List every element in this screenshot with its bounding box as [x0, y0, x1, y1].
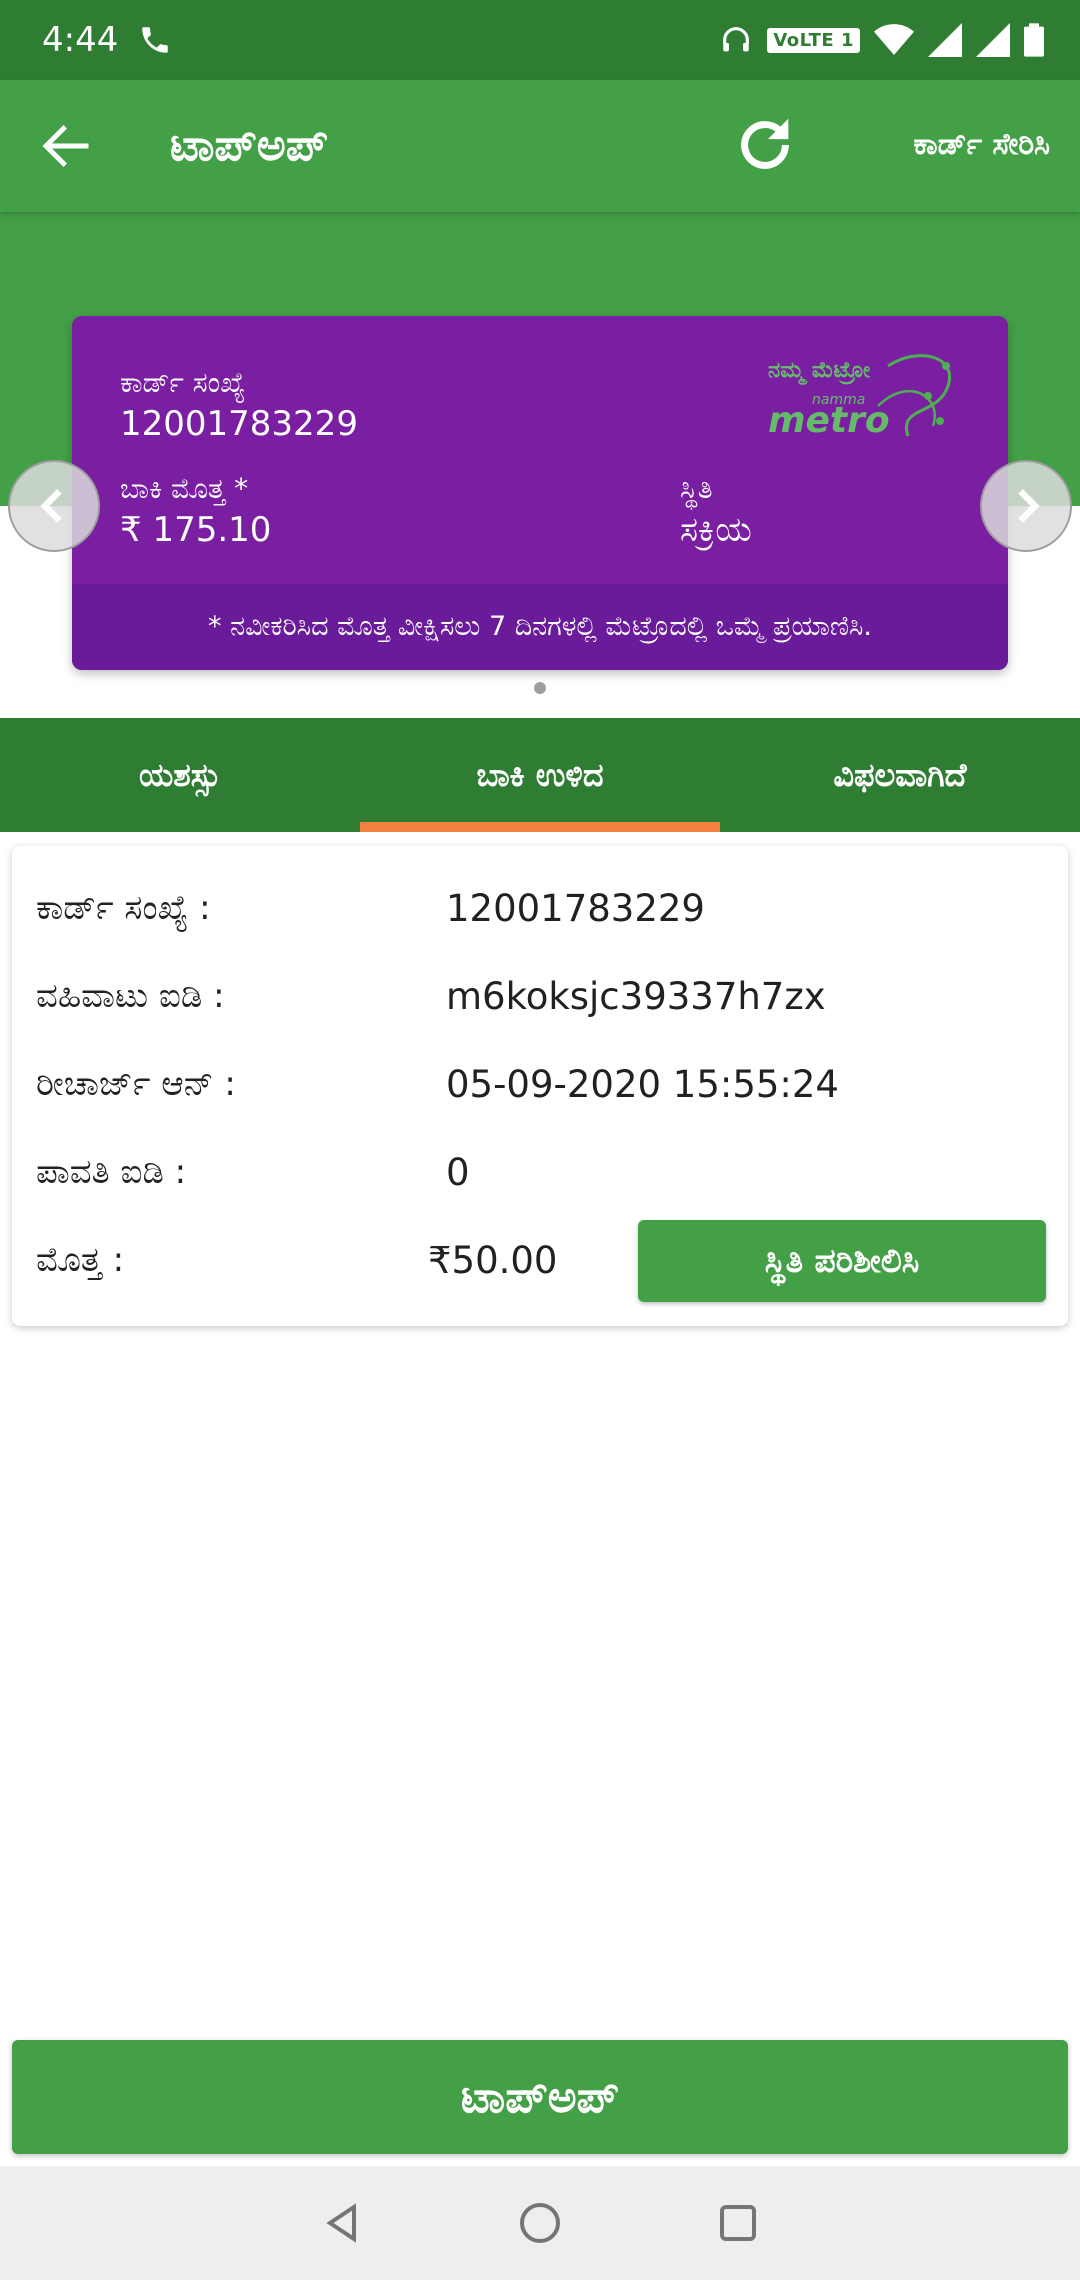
battery-icon	[1024, 23, 1044, 57]
signal-icon-2	[976, 23, 1010, 57]
card-status-label: ಸ್ಥಿತಿ	[680, 472, 713, 505]
card-number: 12001783229	[120, 404, 358, 444]
recharge-on-key: ರೀಚಾರ್ಜ್ ಆನ್ :	[36, 1064, 236, 1104]
card-status: ಸಕ್ರಿಯ	[680, 510, 752, 550]
carousel-next-button[interactable]	[980, 460, 1072, 552]
detail-row-amount: ಮೊತ್ತ : ₹50.00	[36, 1230, 557, 1290]
page-title: ಟಾಪ್‌ಅಪ್	[170, 120, 329, 171]
refresh-icon[interactable]	[730, 110, 800, 180]
detail-row-recharge-on: ರೀಚಾರ್ಜ್ ಆನ್ : 05-09-2020 15:55:24	[36, 1054, 839, 1114]
amount-key: ಮೊತ್ತ :	[36, 1240, 125, 1280]
headphones-icon	[723, 27, 750, 52]
card-number-value: 12001783229	[446, 886, 705, 930]
tab-pending[interactable]: ಬಾಕಿ ಉಳಿದ	[360, 718, 720, 832]
signal-icon	[928, 23, 962, 57]
carousel-indicator-dot	[534, 682, 546, 694]
txn-id-value: m6koksjc39337h7zx	[446, 974, 826, 1018]
phone-icon	[142, 27, 169, 53]
carousel-prev-button[interactable]	[8, 460, 100, 552]
nav-recents-icon[interactable]	[714, 2199, 762, 2247]
check-status-button[interactable]: ಸ್ಥಿತಿ ಪರಿಶೀಲಿಸಿ	[638, 1220, 1046, 1302]
card-number-key: ಕಾರ್ಡ್ ಸಂಖ್ಯೆ :	[36, 888, 211, 928]
wifi-icon	[874, 24, 914, 55]
amount-value: ₹50.00	[428, 1238, 558, 1282]
system-nav-bar	[0, 2166, 1080, 2280]
receipt-id-value: 0	[446, 1150, 470, 1194]
card-balance: ₹ 175.10	[120, 510, 272, 550]
back-arrow-icon[interactable]	[36, 116, 96, 176]
transaction-details-card: ಕಾರ್ಡ್ ಸಂಖ್ಯೆ : 12001783229 ವಹಿವಾಟು ಐಡಿ …	[12, 846, 1068, 1326]
detail-row-receipt-id: ಪಾವತಿ ಐಡಿ : 0	[36, 1142, 470, 1202]
card-number-label: ಕಾರ್ಡ್ ಸಂಖ್ಯೆ	[120, 366, 246, 399]
txn-id-key: ವಹಿವಾಟು ಐಡಿ :	[36, 976, 225, 1016]
chevron-left-icon	[40, 489, 62, 523]
receipt-id-key: ಪಾವತಿ ಐಡಿ :	[36, 1152, 187, 1192]
logo-kn-text: ನಮ್ಮ ಮೆಟ್ರೋ	[768, 358, 871, 383]
namma-metro-logo: ನಮ್ಮ ಮೆಟ್ರೋ namma metro	[768, 336, 968, 456]
status-bar: 4:44 VoLTE 1	[0, 0, 1080, 80]
tab-failed[interactable]: ವಿಫಲವಾಗಿದೆ	[720, 718, 1080, 832]
tab-success[interactable]: ಯಶಸ್ಸು	[0, 718, 360, 832]
detail-row-txn-id: ವಹಿವಾಟು ಐಡಿ : m6koksjc39337h7zx	[36, 966, 826, 1026]
topup-button[interactable]: ಟಾಪ್‌ಅಪ್	[12, 2040, 1068, 2154]
card-footer-note: * ನವೀಕರಿಸಿದ ಮೊತ್ತ ವೀಕ್ಷಿಸಲು 7 ದಿನಗಳಲ್ಲಿ …	[72, 584, 1008, 670]
add-card-button[interactable]: ಕಾರ್ಡ್ ಸೇರಿಸಿ	[914, 120, 1050, 170]
app-bar: ಟಾಪ್‌ಅಪ್ ಕಾರ್ಡ್ ಸೇರಿಸಿ	[0, 80, 1080, 212]
recharge-on-value: 05-09-2020 15:55:24	[446, 1062, 839, 1106]
status-icons: VoLTE 1	[719, 23, 1044, 57]
card-balance-label: ಬಾಕಿ ಮೊತ್ತ *	[120, 472, 249, 505]
chevron-right-icon	[1018, 489, 1040, 523]
volte-badge: VoLTE 1	[767, 27, 860, 53]
nav-home-icon[interactable]	[516, 2199, 564, 2247]
detail-row-card-number: ಕಾರ್ಡ್ ಸಂಖ್ಯೆ : 12001783229	[36, 878, 705, 938]
status-tabs: ಯಶಸ್ಸು ಬಾಕಿ ಉಳಿದ ವಿಫಲವಾಗಿದೆ	[0, 718, 1080, 832]
status-time: 4:44	[42, 20, 119, 60]
logo-en-text: metro	[768, 400, 890, 441]
nav-back-icon[interactable]	[318, 2199, 366, 2247]
metro-card[interactable]: ಕಾರ್ಡ್ ಸಂಖ್ಯೆ 12001783229 ಬಾಕಿ ಮೊತ್ತ * ₹…	[72, 316, 1008, 670]
